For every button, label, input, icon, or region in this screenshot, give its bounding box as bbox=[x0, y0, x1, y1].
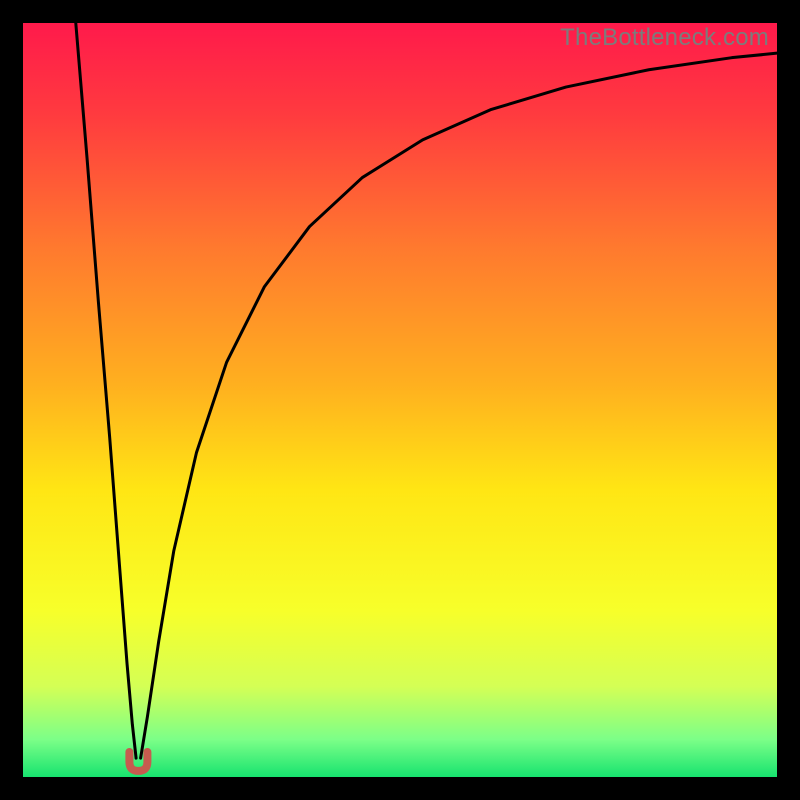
chart-frame: TheBottleneck.com bbox=[23, 23, 777, 777]
gradient-background bbox=[23, 23, 777, 777]
watermark-label: TheBottleneck.com bbox=[560, 24, 769, 52]
chart-svg bbox=[23, 23, 777, 777]
